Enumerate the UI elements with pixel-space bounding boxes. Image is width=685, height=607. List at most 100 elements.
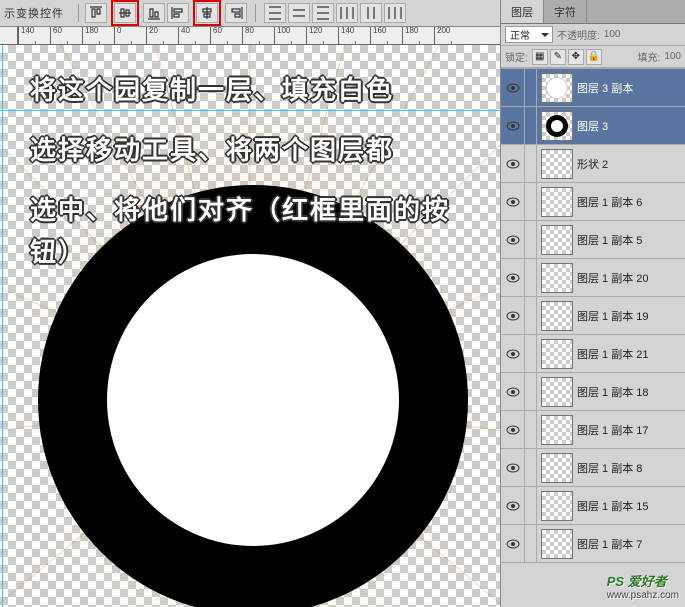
lock-position-icon[interactable]: ✥	[568, 49, 584, 65]
ruler-tick: 160	[370, 27, 402, 45]
layer-thumbnail[interactable]	[541, 339, 573, 369]
separator	[255, 4, 256, 22]
lock-pixels-icon[interactable]: ✎	[550, 49, 566, 65]
layer-link-column	[525, 335, 537, 373]
horizontal-ruler: 14060180020406080100120140160180200	[0, 27, 500, 45]
layer-thumbnail[interactable]	[541, 529, 573, 559]
layer-thumbnail[interactable]	[541, 149, 573, 179]
layer-thumbnail[interactable]	[541, 73, 573, 103]
layer-name[interactable]: 图层 1 副本 5	[577, 232, 685, 248]
fill-label: 填充:	[638, 49, 661, 64]
dist-right-button[interactable]	[384, 3, 406, 23]
visibility-eye-icon[interactable]	[501, 449, 525, 487]
ruler-tick: 80	[242, 27, 274, 45]
dist-left-button[interactable]	[336, 3, 358, 23]
layer-row[interactable]: 图层 1 副本 5	[501, 221, 685, 259]
layer-thumbnail[interactable]	[541, 225, 573, 255]
layer-thumbnail[interactable]	[541, 453, 573, 483]
visibility-eye-icon[interactable]	[501, 259, 525, 297]
dist-vcenter-button[interactable]	[288, 3, 310, 23]
layer-link-column	[525, 525, 537, 563]
watermark: PS 爱好者 www.psahz.com	[607, 571, 679, 601]
layer-name[interactable]: 形状 2	[577, 156, 685, 172]
ruler-tick: 40	[178, 27, 210, 45]
align-vcenter-button[interactable]	[114, 3, 136, 23]
layer-name[interactable]: 图层 1 副本 6	[577, 194, 685, 210]
layer-name[interactable]: 图层 3 副本	[577, 80, 685, 96]
ruler-tick: 120	[306, 27, 338, 45]
lock-label: 锁定:	[505, 49, 528, 64]
layer-link-column	[525, 259, 537, 297]
dist-top-button[interactable]	[264, 3, 286, 23]
layer-name[interactable]: 图层 1 副本 19	[577, 308, 685, 324]
layer-name[interactable]: 图层 1 副本 21	[577, 346, 685, 362]
align-left-button[interactable]	[167, 3, 189, 23]
layer-thumbnail[interactable]	[541, 491, 573, 521]
layer-link-column	[525, 487, 537, 525]
layer-row[interactable]: 图层 1 副本 21	[501, 335, 685, 373]
separator	[78, 4, 79, 22]
layer-link-column	[525, 411, 537, 449]
layer-name[interactable]: 图层 3	[577, 118, 685, 134]
layer-thumbnail[interactable]	[541, 111, 573, 141]
layer-row[interactable]: 形状 2	[501, 145, 685, 183]
white-circle-layer[interactable]	[107, 254, 399, 546]
layer-link-column	[525, 183, 537, 221]
dist-hcenter-button[interactable]	[360, 3, 382, 23]
layer-row[interactable]: 图层 3 副本	[501, 69, 685, 107]
visibility-eye-icon[interactable]	[501, 297, 525, 335]
layer-thumbnail[interactable]	[541, 415, 573, 445]
layer-row[interactable]: 图层 1 副本 17	[501, 411, 685, 449]
blend-mode-select[interactable]: 正常	[505, 26, 553, 43]
layer-name[interactable]: 图层 1 副本 17	[577, 422, 685, 438]
layer-name[interactable]: 图层 1 副本 15	[577, 498, 685, 514]
visibility-eye-icon[interactable]	[501, 69, 525, 107]
layer-name[interactable]: 图层 1 副本 7	[577, 536, 685, 552]
visibility-eye-icon[interactable]	[501, 525, 525, 563]
lock-buttons: ▦ ✎ ✥ 🔒	[532, 49, 602, 65]
visibility-eye-icon[interactable]	[501, 411, 525, 449]
visibility-eye-icon[interactable]	[501, 335, 525, 373]
layer-row[interactable]: 图层 1 副本 6	[501, 183, 685, 221]
watermark-brand: PS 爱好者	[607, 574, 667, 589]
lock-fill-row: 锁定: ▦ ✎ ✥ 🔒 填充: 100	[501, 46, 685, 68]
visibility-eye-icon[interactable]	[501, 373, 525, 411]
lock-transparency-icon[interactable]: ▦	[532, 49, 548, 65]
layer-thumbnail[interactable]	[541, 377, 573, 407]
layer-row[interactable]: 图层 1 副本 19	[501, 297, 685, 335]
visibility-eye-icon[interactable]	[501, 487, 525, 525]
layer-name[interactable]: 图层 1 副本 18	[577, 384, 685, 400]
visibility-eye-icon[interactable]	[501, 107, 525, 145]
tab-layers[interactable]: 图层	[501, 0, 544, 23]
opacity-value[interactable]: 100	[604, 29, 621, 40]
layer-row[interactable]: 图层 1 副本 20	[501, 259, 685, 297]
align-right-button[interactable]	[225, 3, 247, 23]
tab-character[interactable]: 字符	[544, 0, 587, 23]
layer-thumbnail[interactable]	[541, 301, 573, 331]
annotation-line-3: 选中、将他们对齐（红框里面的按钮）	[30, 190, 490, 273]
layer-row[interactable]: 图层 1 副本 18	[501, 373, 685, 411]
document-canvas[interactable]: 将这个园复制一层、填充白色 选择移动工具、将两个图层都 选中、将他们对齐（红框里…	[0, 45, 500, 607]
guide-vertical[interactable]	[2, 45, 3, 607]
align-bottom-button[interactable]	[143, 3, 165, 23]
dist-bottom-button[interactable]	[312, 3, 334, 23]
visibility-eye-icon[interactable]	[501, 145, 525, 183]
visibility-eye-icon[interactable]	[501, 221, 525, 259]
layer-row[interactable]: 图层 1 副本 8	[501, 449, 685, 487]
layer-row[interactable]: 图层 3	[501, 107, 685, 145]
ruler-tick: 60	[210, 27, 242, 45]
layer-row[interactable]: 图层 1 副本 7	[501, 525, 685, 563]
layer-thumbnail[interactable]	[541, 187, 573, 217]
align-top-button[interactable]	[85, 3, 107, 23]
ruler-tick: 100	[274, 27, 306, 45]
align-hcenter-button[interactable]	[196, 3, 218, 23]
fill-value[interactable]: 100	[664, 51, 681, 62]
lock-all-icon[interactable]: 🔒	[586, 49, 602, 65]
visibility-eye-icon[interactable]	[501, 183, 525, 221]
layer-name[interactable]: 图层 1 副本 20	[577, 270, 685, 286]
layer-link-column	[525, 449, 537, 487]
layer-row[interactable]: 图层 1 副本 15	[501, 487, 685, 525]
annotation-line-1: 将这个园复制一层、填充白色	[30, 70, 490, 112]
layer-name[interactable]: 图层 1 副本 8	[577, 460, 685, 476]
layer-thumbnail[interactable]	[541, 263, 573, 293]
